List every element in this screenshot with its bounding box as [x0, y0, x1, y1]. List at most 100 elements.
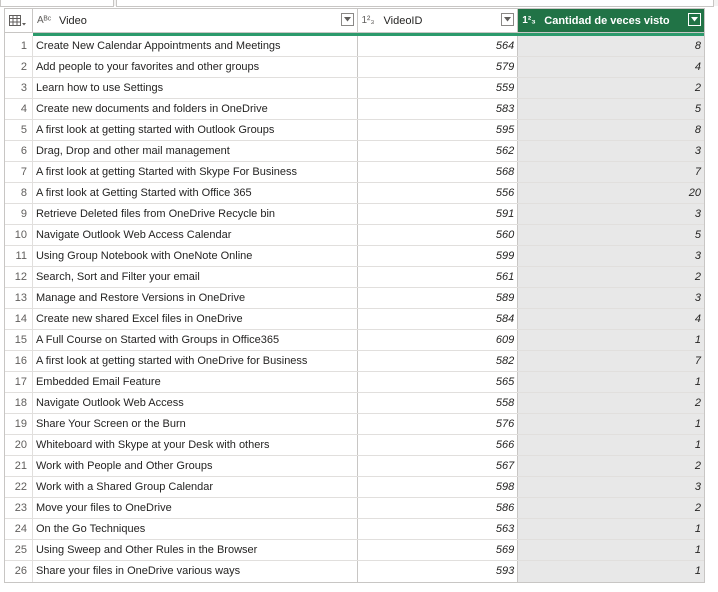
- table-row[interactable]: 25 Using Sweep and Other Rules in the Bro…: [5, 540, 704, 561]
- count-cell[interactable]: 1: [518, 372, 704, 392]
- videoid-cell[interactable]: 567: [358, 456, 519, 476]
- count-cell[interactable]: 2: [518, 393, 704, 413]
- count-cell[interactable]: 5: [518, 225, 704, 245]
- filter-dropdown-button[interactable]: [688, 13, 701, 26]
- row-number[interactable]: 19: [5, 414, 33, 434]
- video-cell[interactable]: Move your files to OneDrive: [33, 498, 358, 518]
- count-cell[interactable]: 2: [518, 498, 704, 518]
- video-cell[interactable]: Create New Calendar Appointments and Mee…: [33, 36, 358, 56]
- videoid-cell[interactable]: 582: [358, 351, 519, 371]
- table-row[interactable]: 14 Create new shared Excel files in OneDr…: [5, 309, 704, 330]
- table-row[interactable]: 10 Navigate Outlook Web Access Calendar 56…: [5, 225, 704, 246]
- videoid-cell[interactable]: 583: [358, 99, 519, 119]
- video-cell[interactable]: Create new shared Excel files in OneDriv…: [33, 309, 358, 329]
- video-cell[interactable]: A Full Course on Started with Groups in …: [33, 330, 358, 350]
- videoid-cell[interactable]: 560: [358, 225, 519, 245]
- table-row[interactable]: 24 On the Go Techniques 563 1: [5, 519, 704, 540]
- videoid-cell[interactable]: 568: [358, 162, 519, 182]
- row-number[interactable]: 12: [5, 267, 33, 287]
- row-number[interactable]: 6: [5, 141, 33, 161]
- video-cell[interactable]: Create new documents and folders in OneD…: [33, 99, 358, 119]
- number-type-icon[interactable]: 1²₃: [522, 15, 542, 26]
- count-cell[interactable]: 8: [518, 36, 704, 56]
- videoid-cell[interactable]: 591: [358, 204, 519, 224]
- table-row[interactable]: 5A first look at getting started with Ou…: [5, 120, 704, 141]
- row-number[interactable]: 10: [5, 225, 33, 245]
- column-header-cantidad-selected[interactable]: 1²₃ Cantidad de veces visto: [518, 9, 704, 32]
- table-row[interactable]: 16 A first look at getting started with O…: [5, 351, 704, 372]
- videoid-cell[interactable]: 586: [358, 498, 519, 518]
- row-number[interactable]: 8: [5, 183, 33, 203]
- row-number[interactable]: 2: [5, 57, 33, 77]
- video-cell[interactable]: Share Your Screen or the Burn: [33, 414, 358, 434]
- row-number[interactable]: 1: [5, 36, 33, 56]
- table-row[interactable]: 15 A Full Course on Started with Groups i…: [5, 330, 704, 351]
- text-type-icon[interactable]: Aᴮᶜ: [37, 15, 57, 26]
- table-row[interactable]: 19 Share Your Screen or the Burn 576 1: [5, 414, 704, 435]
- videoid-cell[interactable]: 563: [358, 519, 519, 539]
- video-cell[interactable]: A first look at getting started with Out…: [33, 120, 358, 140]
- count-cell[interactable]: 1: [518, 540, 704, 560]
- filter-dropdown-button[interactable]: [340, 13, 354, 26]
- videoid-cell[interactable]: 595: [358, 120, 519, 140]
- videoid-cell[interactable]: 569: [358, 540, 519, 560]
- video-cell[interactable]: Retrieve Deleted files from OneDrive Rec…: [33, 204, 358, 224]
- count-cell[interactable]: 3: [518, 288, 704, 308]
- videoid-cell[interactable]: 556: [358, 183, 519, 203]
- column-header-video[interactable]: Aᴮᶜ Video: [33, 9, 358, 32]
- video-cell[interactable]: Share your files in OneDrive various way…: [33, 561, 358, 582]
- video-cell[interactable]: Learn how to use Settings: [33, 78, 358, 98]
- videoid-cell[interactable]: 599: [358, 246, 519, 266]
- row-number[interactable]: 21: [5, 456, 33, 476]
- count-cell[interactable]: 3: [518, 141, 704, 161]
- table-row[interactable]: 17 Embedded Email Feature 565 1: [5, 372, 704, 393]
- table-row[interactable]: 11 Using Group Notebook with OneNote Onli…: [5, 246, 704, 267]
- row-number[interactable]: 23: [5, 498, 33, 518]
- row-number[interactable]: 26: [5, 561, 33, 582]
- row-number[interactable]: 4: [5, 99, 33, 119]
- count-cell[interactable]: 3: [518, 477, 704, 497]
- count-cell[interactable]: 1: [518, 435, 704, 455]
- count-cell[interactable]: 7: [518, 162, 704, 182]
- table-row[interactable]: 20 Whiteboard with Skype at your Desk wit…: [5, 435, 704, 456]
- video-cell[interactable]: Using Sweep and Other Rules in the Brows…: [33, 540, 358, 560]
- videoid-cell[interactable]: 562: [358, 141, 519, 161]
- videoid-cell[interactable]: 558: [358, 393, 519, 413]
- videoid-cell[interactable]: 609: [358, 330, 519, 350]
- count-cell[interactable]: 4: [518, 57, 704, 77]
- row-number[interactable]: 24: [5, 519, 33, 539]
- videoid-cell[interactable]: 593: [358, 561, 519, 582]
- count-cell[interactable]: 8: [518, 120, 704, 140]
- videoid-cell[interactable]: 579: [358, 57, 519, 77]
- count-cell[interactable]: 1: [518, 519, 704, 539]
- row-number[interactable]: 25: [5, 540, 33, 560]
- videoid-cell[interactable]: 584: [358, 309, 519, 329]
- row-number[interactable]: 3: [5, 78, 33, 98]
- row-number[interactable]: 18: [5, 393, 33, 413]
- video-cell[interactable]: Search, Sort and Filter your email: [33, 267, 358, 287]
- row-number[interactable]: 7: [5, 162, 33, 182]
- table-row[interactable]: 9 Retrieve Deleted files from OneDrive Re…: [5, 204, 704, 225]
- row-number[interactable]: 11: [5, 246, 33, 266]
- video-cell[interactable]: A first look at getting Started with Sky…: [33, 162, 358, 182]
- row-number[interactable]: 20: [5, 435, 33, 455]
- video-cell[interactable]: Work with People and Other Groups: [33, 456, 358, 476]
- table-row[interactable]: 1 Create New Calendar Appointments and Me…: [5, 36, 704, 57]
- count-cell[interactable]: 20: [518, 183, 704, 203]
- table-row[interactable]: 3 Learn how to use Settings 559 2: [5, 78, 704, 99]
- filter-dropdown-button[interactable]: [501, 13, 515, 26]
- row-number[interactable]: 5: [5, 120, 33, 140]
- table-row[interactable]: 6 Drag, Drop and other mail management 562…: [5, 141, 704, 162]
- video-cell[interactable]: Embedded Email Feature: [33, 372, 358, 392]
- count-cell[interactable]: 2: [518, 267, 704, 287]
- video-cell[interactable]: On the Go Techniques: [33, 519, 358, 539]
- video-cell[interactable]: Work with a Shared Group Calendar: [33, 477, 358, 497]
- table-row[interactable]: 18 Navigate Outlook Web Access 558 2: [5, 393, 704, 414]
- column-header-videoid[interactable]: 1²₃ VideoID: [358, 9, 519, 32]
- videoid-cell[interactable]: 576: [358, 414, 519, 434]
- videoid-cell[interactable]: 564: [358, 36, 519, 56]
- row-number[interactable]: 13: [5, 288, 33, 308]
- count-cell[interactable]: 1: [518, 414, 704, 434]
- count-cell[interactable]: 7: [518, 351, 704, 371]
- row-number[interactable]: 17: [5, 372, 33, 392]
